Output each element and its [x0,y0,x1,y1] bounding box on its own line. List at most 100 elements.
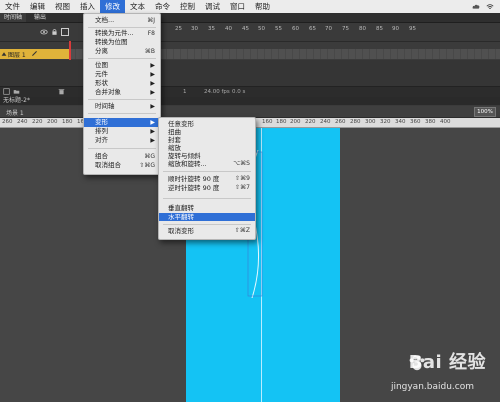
submenu-arrow-icon: ▶ [150,80,155,87]
submenu-arrow-icon: ▶ [150,128,155,135]
menu-modify[interactable]: 修改 [100,0,125,13]
ruler-tick: 55 [275,26,282,32]
ruler-tick: 25 [175,26,182,32]
menu-window[interactable]: 窗口 [225,0,250,13]
menu-item-ungroup[interactable]: 取消组合 ⇧⌘G [84,161,160,170]
ruler-tick: 160 [262,119,273,125]
frame-rate[interactable]: 24.00 fps [204,89,230,95]
scene-label[interactable]: 场景 1 [6,108,24,117]
submenu-item-flip-vertical[interactable]: 垂直翻转 [159,204,255,212]
submenu-arrow-icon: ▶ [150,119,155,126]
ruler-tick: 240 [320,119,331,125]
submenu-item-flip-horizontal[interactable]: 水平翻转 [159,213,255,221]
ruler-tick: 50 [258,26,265,32]
ruler-tick: 180 [62,119,73,125]
menu-item-symbol[interactable]: 元件 ▶ [84,70,160,79]
menu-item-timeline[interactable]: 时间轴 ▶ [84,102,160,111]
outline-icon[interactable] [61,28,69,36]
ruler-tick: 40 [225,26,232,32]
elapsed-time: 0.0 s [232,89,246,95]
ruler-tick: 85 [376,26,383,32]
ruler-tick: 90 [392,26,399,32]
watermark-url: jingyan.baidu.com [390,382,474,392]
ruler-tick: 45 [242,26,249,32]
submenu-arrow-icon: ▶ [150,89,155,96]
folder-icon[interactable] [13,88,20,95]
submenu-item-rotate-skew[interactable]: 旋转与倾斜 [159,152,255,160]
menu-text[interactable]: 文本 [125,0,150,13]
ruler-tick: 240 [17,119,28,125]
tab-timeline[interactable]: 时间轴 [0,13,27,22]
menu-separator [88,27,156,28]
menu-item-convert-to-symbol[interactable]: 转换为元件... F8 [84,29,160,38]
submenu-item-scale[interactable]: 缩放 [159,144,255,152]
tab-output[interactable]: 输出 [30,13,50,22]
trash-icon[interactable] [58,88,65,95]
menu-item-break-apart[interactable]: 分离 ⌘B [84,47,160,56]
ruler-tick: 30 [191,26,198,32]
menu-debug[interactable]: 调试 [200,0,225,13]
submenu-item-envelope[interactable]: 封套 [159,136,255,144]
menu-help[interactable]: 帮助 [250,0,275,13]
menu-separator [88,113,156,114]
submenu-item-scale-rotate[interactable]: 缩放和旋转... ⌥⌘S [159,160,255,168]
menu-item-convert-to-bitmap[interactable]: 转换为位图 [84,38,160,47]
timeline-tabs: 时间轴 输出 [0,13,500,23]
submenu-item-free-transform[interactable]: 任意变形 [159,120,255,128]
menu-item-shape[interactable]: 形状 ▶ [84,79,160,88]
menu-item-arrange[interactable]: 排列 ▶ [84,127,160,136]
menu-commands[interactable]: 命令 [150,0,175,13]
current-frame: 1 [183,89,187,95]
lock-icon[interactable] [51,28,58,36]
ruler-tick: 260 [335,119,346,125]
document-tab-bar: 无标题-2* [0,97,500,105]
submenu-item-rotate-cw[interactable]: 顺时针旋转 90 度 ⇧⌘9 [159,175,255,183]
submenu-arrow-icon: ▶ [150,71,155,78]
submenu-arrow-icon: ▶ [150,103,155,110]
menu-separator [163,198,251,199]
submenu-item-rotate-ccw[interactable]: 逆时针旋转 90 度 ⇧⌘7 [159,184,255,192]
submenu-item-remove-transform[interactable]: 取消变形 ⇧⌘Z [159,227,255,235]
menu-separator [163,171,251,172]
menu-separator [88,148,156,149]
layer-icon [1,52,7,56]
eye-icon[interactable] [40,28,48,36]
menu-edit[interactable]: 编辑 [25,0,50,13]
ruler-tick: 80 [359,26,366,32]
layer-name[interactable]: 图层 1 [8,50,26,59]
ruler-tick: 400 [440,119,451,125]
menu-separator [88,58,156,59]
new-layer-icon[interactable] [3,88,10,95]
zoom-select[interactable]: 100% [474,107,496,117]
menu-item-transform[interactable]: 变形 ▶ [84,118,160,127]
wifi-icon[interactable] [486,3,494,11]
pencil-icon [32,51,37,56]
ruler-tick: 280 [350,119,361,125]
ruler-tick: 320 [380,119,391,125]
menu-insert[interactable]: 插入 [75,0,100,13]
watermark-brand: Bai 经验 [408,352,486,373]
cloud-icon[interactable] [472,3,480,11]
ruler-tick: 95 [409,26,416,32]
modify-menu: 文档... ⌘J 转换为元件... F8 转换为位图 分离 ⌘B 位图 ▶ 元件 ▶ 形状… [83,13,161,175]
transform-submenu: 任意变形 扭曲 封套 缩放 旋转与倾斜 缩放和旋转... ⌥⌘S 顺时针旋转 90… [158,117,256,240]
timeline-empty-area [0,60,500,86]
ruler-tick: 60 [292,26,299,32]
submenu-item-distort[interactable]: 扭曲 [159,128,255,136]
ruler-tick: 70 [325,26,332,32]
menu-control[interactable]: 控制 [175,0,200,13]
menu-item-bitmap[interactable]: 位图 ▶ [84,61,160,70]
menu-item-combine-objects[interactable]: 合并对象 ▶ [84,88,160,97]
menu-separator [88,99,156,100]
menu-item-document[interactable]: 文档... ⌘J [84,16,160,25]
ruler-tick: 200 [290,119,301,125]
menubar: 文件 编辑 视图 插入 修改 文本 命令 控制 调试 窗口 帮助 [0,0,500,13]
menu-item-group[interactable]: 组合 ⌘G [84,152,160,161]
menu-file[interactable]: 文件 [0,0,25,13]
document-tab[interactable]: 无标题-2* [3,97,30,105]
menu-item-align[interactable]: 对齐 ▶ [84,136,160,145]
submenu-arrow-icon: ▶ [150,137,155,144]
menu-view[interactable]: 视图 [50,0,75,13]
ruler-tick: 180 [276,119,287,125]
submenu-arrow-icon: ▶ [150,62,155,69]
